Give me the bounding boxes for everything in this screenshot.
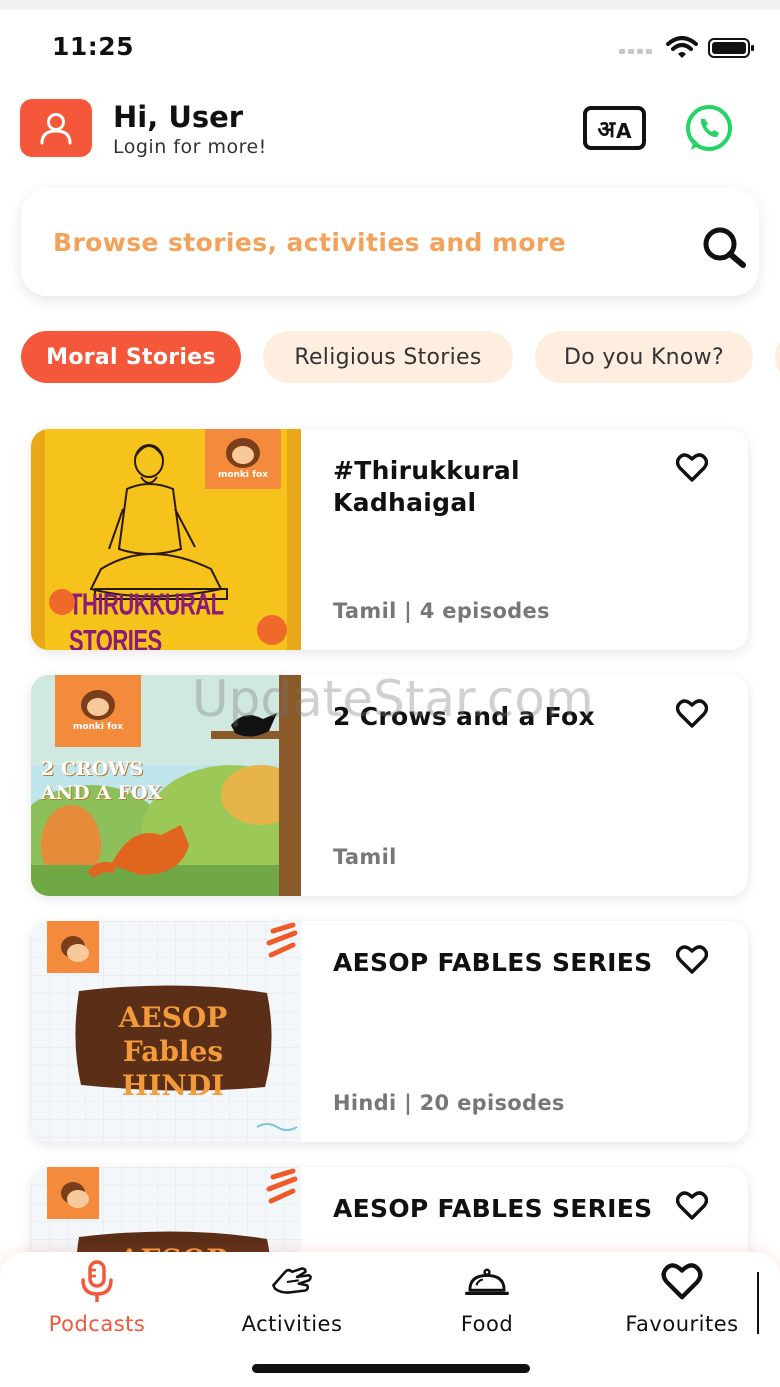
story-title: #Thirukkural Kadhaigal [333,456,520,517]
story-cover-image: AESOP Fables HINDI [31,921,301,1142]
search-placeholder: Browse stories, activities and more [53,228,567,257]
chip-moral-stories[interactable]: Moral Stories [21,331,241,383]
nav-podcasts[interactable]: Podcasts [17,1252,177,1352]
cellular-signal-icon [619,49,652,54]
story-title: AESOP FABLES SERIES [333,1194,653,1223]
story-title: AESOP FABLES SERIES [333,948,653,977]
nav-label: Podcasts [48,1312,146,1336]
heart-icon[interactable] [676,699,708,729]
story-cover-image: monki fox 2 CROWS AND A FOX [31,675,301,896]
home-indicator[interactable] [252,1364,530,1373]
nav-label: Favourites [625,1312,739,1336]
nav-food[interactable]: Food [407,1252,567,1352]
hand-wave-icon [270,1260,314,1304]
status-time: 11:25 [52,32,135,61]
search-bar[interactable]: Browse stories, activities and more [21,188,759,296]
nav-label: Activities [241,1312,343,1336]
chip-religious-stories[interactable]: Religious Stories [263,331,513,383]
greeting-title: Hi, User [113,100,244,134]
heart-icon [660,1260,704,1304]
nav-activities[interactable]: Activities [212,1252,372,1352]
user-avatar-button[interactable] [20,99,92,157]
story-cover-image: monki fox THIRUKKURAL STORIES [31,429,301,650]
login-prompt-link[interactable]: Login for more! [113,136,267,158]
language-toggle-icon: अ [597,117,616,143]
monkifox-logo: monki fox [55,675,141,747]
story-title: 2 Crows and a Fox [333,702,595,731]
wifi-icon [666,36,698,58]
nav-label: Food [460,1312,514,1336]
flower-decoration [49,589,75,615]
search-icon[interactable] [700,225,748,269]
story-card[interactable]: AESOP Fables HINDI AESOP FABLES SERIES H… [31,921,748,1142]
language-toggle-icon-latin: A [616,119,632,143]
monkifox-logo-text: monki fox [72,722,124,732]
heart-icon[interactable] [676,453,708,483]
microphone-icon [75,1260,119,1304]
story-meta: Tamil [333,845,397,869]
story-card[interactable]: monki fox 2 CROWS AND A FOX 2 Crows and … [31,675,748,896]
story-card[interactable]: monki fox THIRUKKURAL STORIES #Thirukkur… [31,429,748,650]
story-cover-title: 2 CROWS AND A FOX [41,758,163,804]
monkifox-logo: monki fox [205,429,281,489]
top-edge [0,0,780,10]
user-icon [40,113,72,145]
monkifox-logo-text: monki fox [217,470,269,480]
nav-divider [757,1272,759,1334]
category-chips: Moral Stories Religious Stories Do you K… [0,331,780,383]
food-cloche-icon [465,1260,509,1304]
story-cover-title: AESOP Fables HINDI [118,1001,228,1102]
story-meta: Hindi | 20 episodes [333,1091,565,1115]
chip-more[interactable] [775,331,780,383]
monkifox-logo [47,1167,99,1219]
nav-favourites[interactable]: Favourites [602,1252,762,1352]
heart-icon[interactable] [676,945,708,975]
whatsapp-icon[interactable] [683,104,735,154]
flower-decoration [257,615,287,645]
monkifox-logo [47,921,99,973]
heart-icon[interactable] [676,1191,708,1221]
status-bar: 11:25 [0,22,780,70]
battery-icon [708,38,754,58]
story-meta: Tamil | 4 episodes [333,599,550,623]
language-toggle-button[interactable]: अA [583,106,646,150]
chip-do-you-know[interactable]: Do you Know? [535,331,753,383]
